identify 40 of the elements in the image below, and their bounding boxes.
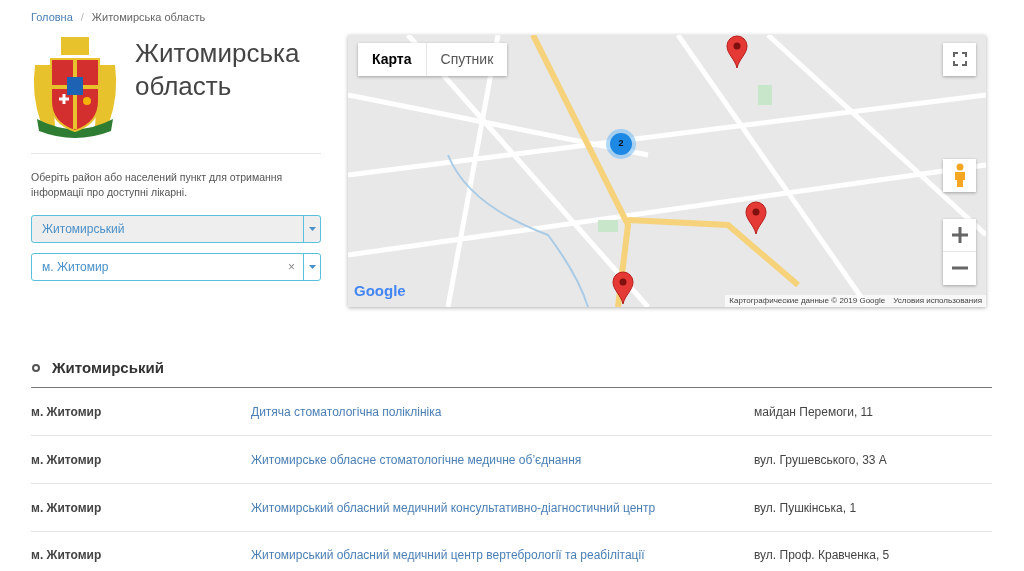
person-icon xyxy=(953,163,966,187)
clear-button[interactable]: × xyxy=(280,257,303,276)
address-cell-text: вул. Грушевського, 33 А xyxy=(754,451,887,469)
map-pin-icon[interactable] xyxy=(745,200,767,235)
address-cell-text: вул. Пушкінська, 1 xyxy=(754,499,857,517)
select-field[interactable]: м. Житомир × xyxy=(31,252,321,281)
caret-icon xyxy=(308,264,316,269)
breadcrumb-text: Житомирська область xyxy=(91,10,206,25)
plus-icon xyxy=(951,226,968,243)
breadcrumb-link[interactable]: Головна xyxy=(31,9,73,26)
city-cell-text: м. Житомир xyxy=(31,547,103,564)
bullet-icon xyxy=(32,363,40,372)
map-pin-icon[interactable] xyxy=(612,270,634,305)
instruction-text: Оберіть район або населений пункт для отримання інформації про доступні лікарні. xyxy=(31,169,284,200)
map-type-tab[interactable]: Спутник xyxy=(425,42,508,76)
hospital-link[interactable]: Житомирське обласне стоматологічне медичне об’єднання xyxy=(251,450,754,469)
hospital-link[interactable]: Житомирський обласний медичний центр вертебрології та реабілітації xyxy=(251,546,754,564)
select-value: м. Житомир xyxy=(41,258,110,276)
map-tile[interactable]: Карта Спутник 2 Google Картографические данные © 2019 Google Условия использования xyxy=(348,34,986,307)
terms-link[interactable]: Условия использования xyxy=(893,294,982,307)
district-heading: Житомирський xyxy=(52,357,164,378)
map-type-tab[interactable]: Карта xyxy=(358,42,426,76)
map-logo: Google xyxy=(354,281,406,301)
map-pin-icon[interactable] xyxy=(726,34,748,69)
city-cell-text: м. Житомир xyxy=(31,451,103,469)
address-cell-text: майдан Перемоги, 11 xyxy=(754,403,874,421)
select-value: Житомирський xyxy=(41,220,126,238)
marker-cluster[interactable]: 2 xyxy=(610,132,632,155)
city-cell-text: м. Житомир xyxy=(31,403,103,421)
map-attribution: Картографические данные © 2019 Google xyxy=(729,294,886,307)
address-cell-text: вул. Проф. Кравченка, 5 xyxy=(754,547,890,564)
region-title: Житомирська область xyxy=(135,36,301,103)
fullscreen-button[interactable] xyxy=(943,42,976,76)
city-cell-text: м. Житомир xyxy=(31,499,103,517)
hospital-link[interactable]: Житомирський обласний медичний консультативно-діагностичний центр xyxy=(251,498,754,517)
caret-icon xyxy=(308,226,316,231)
minus-icon xyxy=(951,266,968,270)
hospital-link[interactable]: Дитяча стоматологічна поліклініка xyxy=(251,402,754,421)
breadcrumb-separator: / xyxy=(80,10,84,25)
fullscreen-icon xyxy=(952,52,967,66)
